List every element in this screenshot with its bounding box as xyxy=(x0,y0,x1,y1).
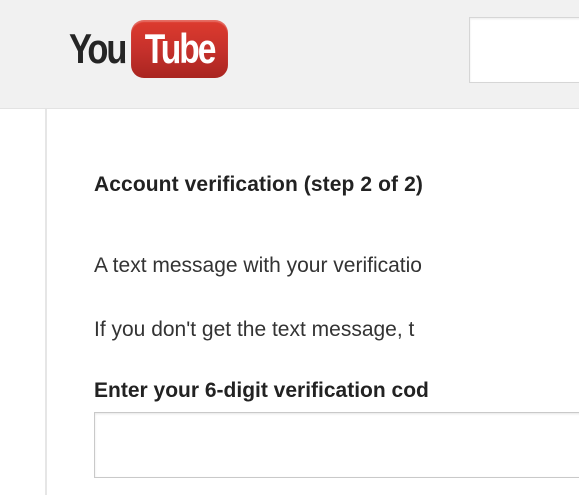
logo-tube-text: Tube xyxy=(144,25,217,72)
verification-code-label: Enter your 6-digit verification cod xyxy=(94,379,429,402)
page-title: Account verification (step 2 of 2) xyxy=(94,173,423,196)
logo-tube-badge: Tube xyxy=(131,20,228,78)
logo-you-text: You xyxy=(69,25,127,72)
masthead: You Tube xyxy=(0,0,579,109)
page: You Tube Account verification (step 2 of… xyxy=(0,0,579,495)
verification-message-text: A text message with your verificatio xyxy=(94,254,422,277)
youtube-logo[interactable]: You Tube xyxy=(69,19,228,79)
verification-code-input[interactable] xyxy=(94,412,579,478)
resend-hint-text: If you don't get the text message, t xyxy=(94,318,415,341)
search-input[interactable] xyxy=(469,17,579,83)
